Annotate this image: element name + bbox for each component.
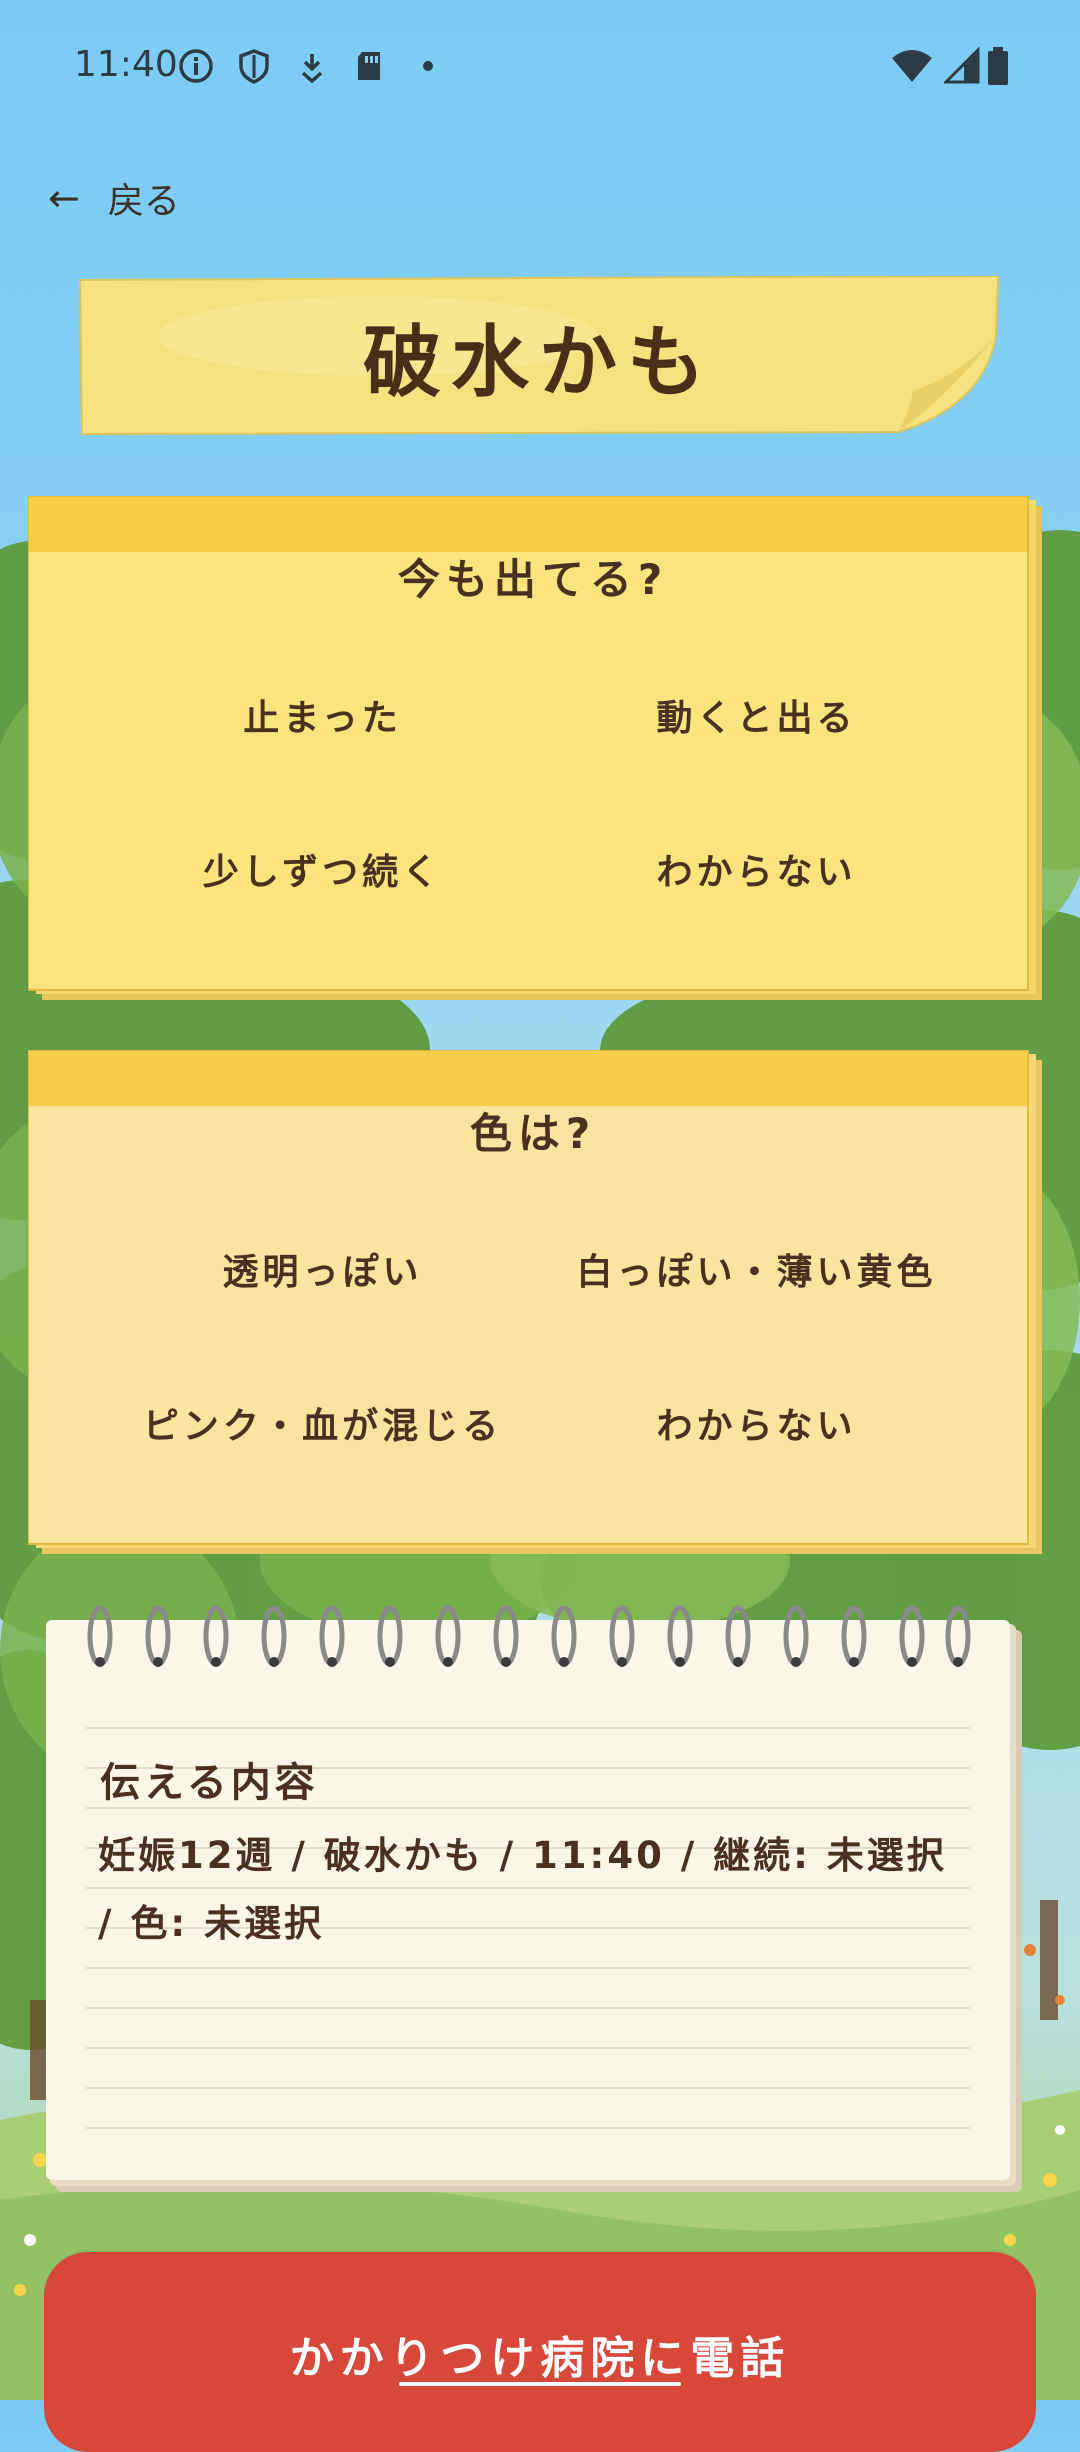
option-continuing-slowly[interactable]: 少しずつ続く [120, 806, 525, 940]
page-title: 破水かも [362, 318, 715, 408]
summary-notebook: 伝える内容 妊娠12週 / 破水かも / 11:40 / 継続: 未選択 / 色… [46, 1600, 1026, 2200]
option-whitish-pale-yellow[interactable]: 白っぽい・薄い黄色 [554, 1206, 959, 1340]
option-label: 少しずつ続く [202, 851, 443, 893]
question-title: 今も出てる? [397, 555, 669, 604]
arrow-left-icon: ← [48, 176, 80, 220]
option-label: 白っぽい・薄い黄色 [576, 1251, 937, 1293]
option-label: わからない [656, 1405, 857, 1447]
summary-text: 妊娠12週 / 破水かも / 11:40 / 継続: 未選択 / 色: 未選択 [98, 1834, 947, 1945]
call-button-label: かかりつけ病院に電話 [289, 2333, 791, 2384]
status-time: 11:40 [74, 44, 178, 85]
back-label: 戻る [107, 181, 180, 222]
battery-icon [988, 47, 1008, 85]
option-clear[interactable]: 透明っぽい [120, 1206, 525, 1340]
wifi-icon [892, 50, 932, 82]
option-label: わからない [656, 851, 857, 893]
option-unknown[interactable]: わからない [554, 1360, 959, 1494]
call-hospital-button[interactable]: かかりつけ病院に電話 [44, 2252, 1036, 2452]
sd-card-icon [358, 52, 380, 80]
question-title: 色は? [469, 1109, 597, 1158]
info-icon [179, 49, 213, 83]
status-bar: 11:40 [0, 0, 1080, 130]
option-label: 透明っぽい [222, 1251, 423, 1293]
title-banner: 破水かも [78, 276, 1000, 436]
call-label-underline [399, 2382, 681, 2386]
option-label: ピンク・血が混じる [142, 1405, 503, 1447]
summary-label: 伝える内容 [100, 1760, 319, 1806]
dot-icon [423, 61, 433, 71]
option-label: 止まった [243, 697, 402, 739]
download-icon [301, 54, 323, 84]
option-leaks-when-moving[interactable]: 動くと出る [554, 652, 959, 786]
option-label: 動くと出る [656, 697, 857, 739]
question-card-color: 色は? 透明っぽい 白っぽい・薄い黄色 ピンク・血が混じる わからない [28, 1050, 1042, 1560]
back-button[interactable]: ← 戻る [48, 168, 228, 228]
option-unknown[interactable]: わからない [554, 806, 959, 940]
cell-signal-icon [944, 46, 980, 84]
shield-icon [239, 49, 269, 84]
question-card-continuing: 今も出てる? 止まった 動くと出る 少しずつ続く わからない [28, 496, 1042, 1006]
option-stopped[interactable]: 止まった [120, 652, 525, 786]
option-pink-blood[interactable]: ピンク・血が混じる [120, 1360, 525, 1494]
